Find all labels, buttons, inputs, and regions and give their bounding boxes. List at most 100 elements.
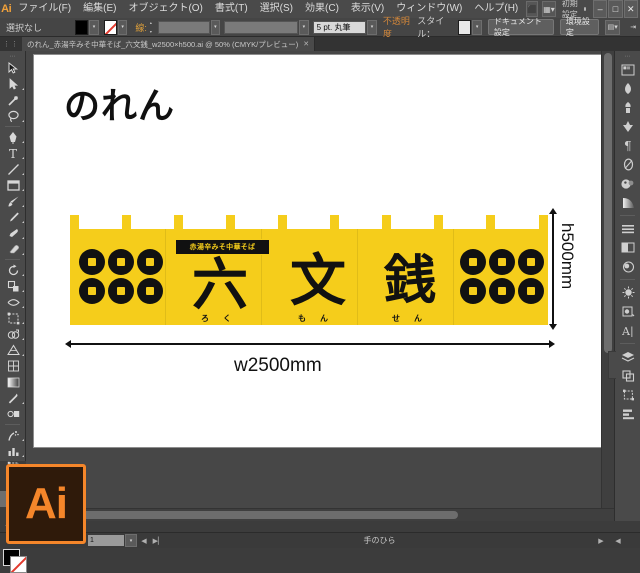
brushes-panel-icon[interactable]	[615, 98, 640, 117]
menu-file[interactable]: ファイル(F)	[12, 0, 77, 18]
paragraph-panel-icon[interactable]: ¶	[615, 136, 640, 155]
noren-artwork[interactable]: 赤湯辛みそ中華そば 六 ろく 文 もん 銭 せん	[70, 215, 548, 325]
transform-panel-icon[interactable]	[615, 385, 640, 404]
document-tab[interactable]: のれん_赤湯辛みそ中華そば_六文銭_w2500×h500.ai @ 50% (C…	[22, 37, 315, 51]
canvas-area[interactable]: のれん	[26, 51, 614, 521]
align-icon[interactable]: ▤▾	[605, 20, 621, 35]
rectangle-tool[interactable]	[0, 177, 26, 193]
height-dimension-label: h500mm	[557, 223, 577, 289]
swatches-panel-icon[interactable]	[615, 174, 640, 193]
type-tool[interactable]: T	[0, 145, 26, 161]
transparency-panel-icon[interactable]	[615, 238, 640, 257]
line-segment-tool[interactable]	[0, 161, 26, 177]
vertical-scrollbar-thumb[interactable]	[604, 53, 612, 353]
layers-panel-icon[interactable]	[615, 347, 640, 366]
window-maximize-button[interactable]: □	[608, 0, 622, 18]
fill-stroke-swatches[interactable]	[0, 547, 26, 573]
window-minimize-button[interactable]: –	[593, 0, 607, 18]
stroke-swatch[interactable]	[104, 20, 117, 35]
horizontal-scrollbar-thumb[interactable]	[28, 511, 458, 519]
menu-type[interactable]: 書式(T)	[209, 0, 254, 18]
brush-definition-field[interactable]: 5 pt. 丸筆	[313, 21, 367, 34]
opacity-panel-icon[interactable]	[615, 155, 640, 174]
free-transform-tool[interactable]	[0, 310, 26, 326]
toolbar-divider-2	[5, 259, 20, 260]
rotate-tool[interactable]	[0, 262, 26, 278]
toolbar-grip[interactable]: ⋯	[0, 53, 25, 60]
stroke-color-swatch[interactable]	[10, 556, 27, 573]
horizontal-scrollbar[interactable]	[26, 508, 614, 521]
pathfinder-panel-icon[interactable]	[615, 366, 640, 385]
brush-definition-dropdown-icon[interactable]: ▾	[367, 20, 377, 35]
magic-wand-tool[interactable]	[0, 92, 26, 108]
perspective-grid-tool[interactable]	[0, 342, 26, 358]
menu-object[interactable]: オブジェクト(O)	[122, 0, 208, 18]
bridge-icon[interactable]: ⬛	[526, 1, 538, 17]
kanji-roku: 六	[192, 257, 248, 313]
stroke-profile-field[interactable]	[224, 21, 298, 34]
stroke-panel-icon[interactable]	[615, 219, 640, 238]
zoom-level-dropdown-icon[interactable]: ▾	[125, 534, 137, 547]
symbols-library-icon[interactable]	[615, 302, 640, 321]
symbol-sprayer-tool[interactable]	[0, 427, 26, 443]
tools-panel: ⋯ T	[0, 51, 26, 461]
current-tool-label[interactable]: 手のひら	[165, 535, 594, 546]
fill-swatch[interactable]	[75, 20, 88, 35]
previous-page-icon[interactable]: ◀	[137, 535, 151, 546]
stroke-profile-dropdown-icon[interactable]: ▾	[299, 20, 309, 35]
panel-menu-icon[interactable]: ⇥	[626, 21, 640, 34]
column-graph-tool[interactable]	[0, 443, 26, 459]
coin-icon	[460, 278, 486, 304]
window-close-button[interactable]: ✕	[624, 0, 638, 18]
dock-collapse-handle[interactable]	[608, 351, 616, 379]
symbols-panel-icon[interactable]	[615, 117, 640, 136]
tabbar-grip[interactable]: ⋮⋮	[0, 37, 22, 51]
stroke-weight-dropdown-icon[interactable]: ▾	[211, 20, 221, 35]
artboard[interactable]: のれん	[34, 55, 602, 447]
dock-grip[interactable]: ⋯	[615, 53, 640, 60]
graphic-style-swatch[interactable]	[458, 20, 471, 35]
noren-panel-divider	[453, 229, 454, 325]
arrange-documents-icon[interactable]: ▦▾	[542, 1, 556, 17]
mesh-tool[interactable]	[0, 358, 26, 374]
close-icon[interactable]: ✕	[303, 40, 309, 48]
coin-icon	[460, 249, 486, 275]
blend-tool[interactable]	[0, 406, 26, 422]
zoom-level-field[interactable]: 1	[88, 535, 124, 546]
eyedropper-tool[interactable]	[0, 390, 26, 406]
next-page-icon[interactable]: ▶▏	[151, 535, 165, 546]
fill-dropdown-icon[interactable]: ▾	[89, 20, 99, 35]
stroke-weight-field[interactable]	[158, 21, 210, 34]
status-menu-icon[interactable]: ▶	[594, 535, 608, 546]
document-setup-button[interactable]: ドキュメント設定	[488, 19, 554, 35]
pen-tool[interactable]	[0, 129, 26, 145]
vertical-scrollbar[interactable]	[601, 51, 614, 521]
status-resize-icon[interactable]: ◀	[611, 535, 625, 546]
pencil-tool[interactable]	[0, 209, 26, 225]
menu-edit[interactable]: 編集(E)	[77, 0, 122, 18]
paintbrush-tool[interactable]	[0, 193, 26, 209]
preferences-button[interactable]: 環境設定	[560, 19, 599, 35]
menu-select[interactable]: 選択(S)	[254, 0, 299, 18]
menu-effect[interactable]: 効果(C)	[299, 0, 345, 18]
scale-tool[interactable]	[0, 278, 26, 294]
gradient-panel-icon[interactable]	[615, 193, 640, 212]
stroke-dropdown-icon[interactable]: ▾	[118, 20, 128, 35]
color-panel-icon[interactable]	[615, 60, 640, 79]
selection-tool[interactable]	[0, 60, 26, 76]
width-tool[interactable]	[0, 294, 26, 310]
character-panel-icon[interactable]: A|	[615, 321, 640, 340]
blob-brush-tool[interactable]	[0, 225, 26, 241]
noren-curtain[interactable]: 赤湯辛みそ中華そば 六 ろく 文 もん 銭 せん	[70, 229, 548, 325]
appearance-panel-icon[interactable]	[615, 257, 640, 276]
lasso-tool[interactable]	[0, 108, 26, 124]
eraser-tool[interactable]	[0, 241, 26, 257]
color-guide-panel-icon[interactable]	[615, 79, 640, 98]
direct-selection-tool[interactable]	[0, 76, 26, 92]
align-panel-icon[interactable]	[615, 404, 640, 423]
stroke-weight-stepper[interactable]: ▴▾	[150, 21, 157, 34]
gradient-tool[interactable]	[0, 374, 26, 390]
shape-builder-tool[interactable]	[0, 326, 26, 342]
graphic-style-dropdown-icon[interactable]: ▾	[472, 20, 482, 35]
graphic-styles-panel-icon[interactable]	[615, 283, 640, 302]
